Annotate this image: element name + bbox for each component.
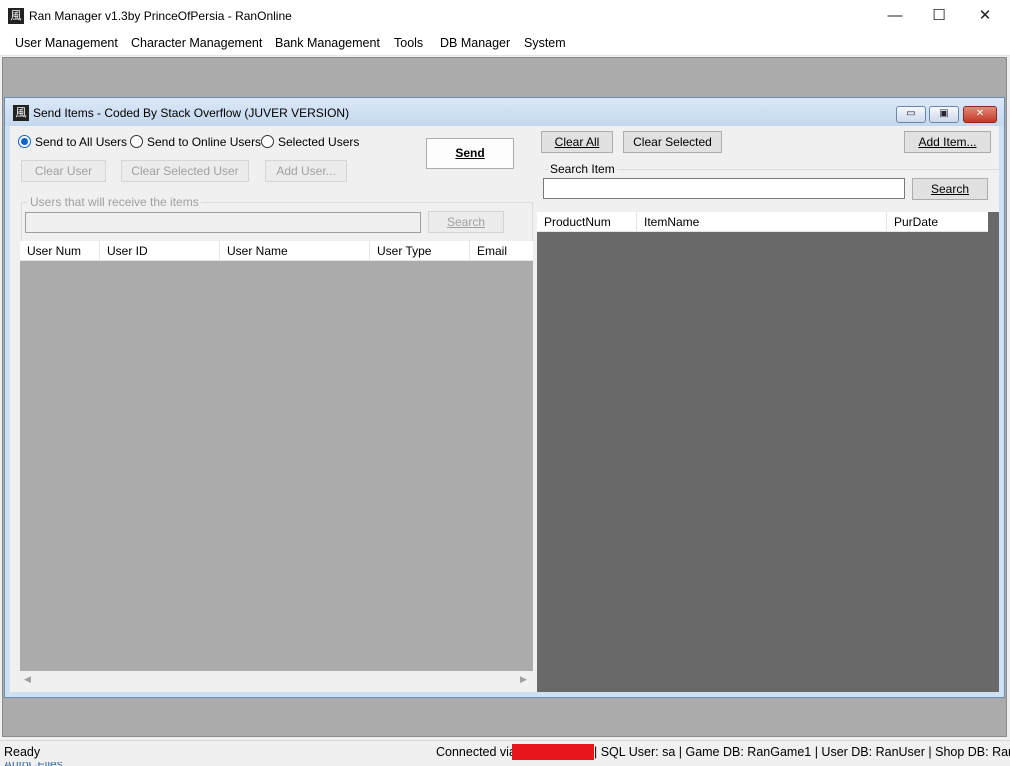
radio-selected-users[interactable]: Selected Users — [261, 135, 359, 149]
scroll-left-icon[interactable]: ◀ — [24, 674, 31, 685]
status-connected: Connected via — [436, 745, 516, 759]
column-item-name[interactable]: ItemName — [637, 212, 887, 232]
clear-selected-user-button[interactable]: Clear Selected User — [121, 160, 249, 182]
radio-send-all-users[interactable]: Send to All Users — [18, 135, 127, 149]
column-pur-date[interactable]: PurDate — [887, 212, 988, 232]
column-user-id[interactable]: User ID — [100, 241, 220, 261]
users-listview[interactable]: User Num User ID User Name User Type Ema… — [20, 241, 533, 688]
column-product-num[interactable]: ProductNum — [537, 212, 637, 232]
add-item-label: Add Item... — [918, 135, 977, 149]
minimize-button[interactable]: — — [872, 0, 918, 32]
status-bar: Ready Connected via | SQL User: sa | Gam… — [0, 740, 1010, 762]
items-list-header: ProductNum ItemName PurDate — [537, 212, 988, 232]
item-search-button[interactable]: Search — [912, 178, 988, 200]
users-list-header: User Num User ID User Name User Type Ema… — [20, 241, 533, 261]
search-item-label: Search Item — [548, 162, 617, 176]
menu-bar: User Management Character Management Ban… — [0, 32, 1010, 56]
clear-user-button[interactable]: Clear User — [21, 160, 106, 182]
status-ready: Ready — [4, 745, 41, 759]
resize-grip-icon[interactable]: ⋰ — [995, 749, 1007, 761]
status-db-info: | SQL User: sa | Game DB: RanGame1 | Use… — [594, 745, 1010, 759]
radio-send-online-users[interactable]: Send to Online Users — [130, 135, 261, 149]
clear-all-label: Clear All — [554, 135, 600, 149]
child-window-title: Send Items - Coded By Stack Overflow (JU… — [33, 106, 350, 120]
maximize-button[interactable]: ☐ — [916, 0, 962, 32]
child-logo-icon: 風 — [13, 105, 29, 121]
child-maximize-button[interactable]: ▣ — [929, 106, 959, 123]
redacted-server-name — [512, 744, 594, 760]
user-search-button[interactable]: Search — [428, 211, 504, 233]
menu-system[interactable]: System — [524, 36, 566, 50]
child-title-bar[interactable]: 風 Send Items - Coded By Stack Overflow (… — [5, 98, 1004, 126]
column-user-name[interactable]: User Name — [220, 241, 370, 261]
send-button[interactable]: Send — [426, 138, 514, 169]
close-button[interactable]: ✕ — [962, 0, 1008, 32]
radio-selected-users-label: Selected Users — [278, 135, 360, 149]
clear-selected-button[interactable]: Clear Selected — [623, 131, 722, 153]
clear-all-button[interactable]: Clear All — [541, 131, 613, 153]
app-logo-icon: 風 — [8, 8, 24, 24]
radio-send-online-label: Send to Online Users — [147, 135, 262, 149]
menu-db-manager[interactable]: DB Manager — [440, 36, 510, 50]
send-label: Send — [455, 146, 485, 160]
users-hscrollbar[interactable]: ◀ ▶ — [20, 671, 533, 688]
send-items-body: Send to All Users Send to Online Users S… — [10, 126, 1000, 692]
background-text: AutoCFiles — [4, 762, 84, 766]
recipients-group-label: Users that will receive the items — [28, 195, 201, 209]
window-title: Ran Manager v1.3by PrinceOfPersia - RanO… — [29, 9, 292, 23]
menu-tools[interactable]: Tools — [394, 36, 423, 50]
column-user-type[interactable]: User Type — [370, 241, 470, 261]
items-listview[interactable]: ProductNum ItemName PurDate — [537, 212, 999, 692]
item-search-input[interactable] — [543, 178, 905, 199]
send-items-window: 風 Send Items - Coded By Stack Overflow (… — [4, 97, 1005, 698]
column-email[interactable]: Email — [470, 241, 533, 261]
menu-character-management[interactable]: Character Management — [131, 36, 262, 50]
radio-checked-icon — [18, 135, 31, 148]
user-search-label: Search — [446, 215, 486, 229]
menu-bank-management[interactable]: Bank Management — [275, 36, 380, 50]
column-user-num[interactable]: User Num — [20, 241, 100, 261]
child-close-button[interactable]: ✕ — [963, 106, 997, 123]
scroll-right-icon[interactable]: ▶ — [520, 674, 527, 685]
add-item-button[interactable]: Add Item... — [904, 131, 991, 153]
radio-send-all-label: Send to All Users — [35, 135, 128, 149]
radio-unchecked-icon — [130, 135, 143, 148]
title-bar: 風 Ran Manager v1.3by PrinceOfPersia - Ra… — [0, 0, 1010, 32]
add-user-button[interactable]: Add User... — [265, 160, 347, 182]
user-search-input[interactable] — [25, 212, 421, 233]
item-search-label: Search — [930, 182, 970, 196]
radio-unchecked-icon — [261, 135, 274, 148]
menu-user-management[interactable]: User Management — [15, 36, 118, 50]
child-minimize-button[interactable]: ▭ — [896, 106, 926, 123]
